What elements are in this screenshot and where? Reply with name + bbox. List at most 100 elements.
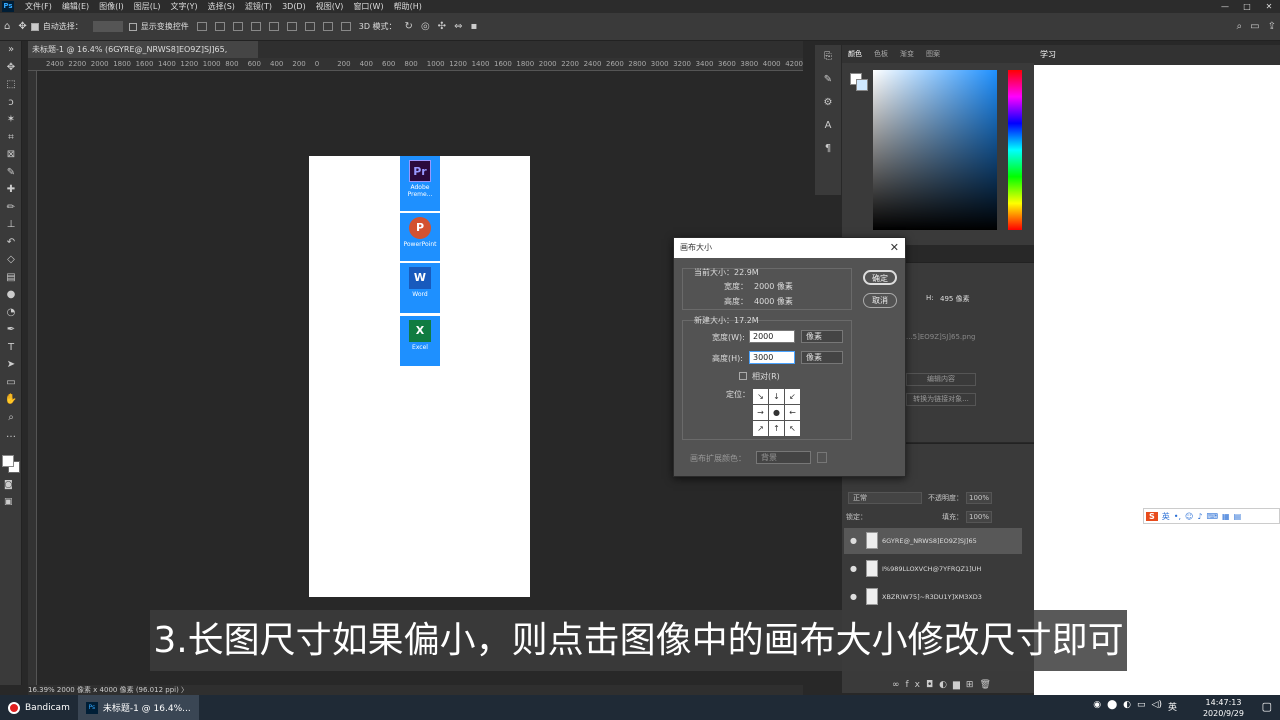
tray-language[interactable]: 英 bbox=[1168, 700, 1177, 713]
lasso-tool-icon[interactable]: ↄ bbox=[0, 94, 22, 112]
anchor-arrow-icon[interactable]: ↓ bbox=[769, 389, 784, 404]
menu-3d[interactable]: 3D(D) bbox=[277, 2, 311, 11]
marquee-tool-icon[interactable]: ⬚ bbox=[0, 76, 22, 94]
ext-color-select[interactable]: 背景 bbox=[756, 451, 811, 464]
hue-slider[interactable] bbox=[1008, 70, 1022, 230]
menu-layer[interactable]: 图层(L) bbox=[129, 1, 166, 12]
new-group-icon[interactable]: ▆ bbox=[953, 680, 966, 690]
ime-skin-icon[interactable]: ▦ bbox=[1222, 512, 1230, 521]
roll-3d-icon[interactable]: ◎ bbox=[421, 21, 430, 32]
wechat-icon[interactable]: ◉ bbox=[1093, 700, 1101, 713]
home-icon[interactable]: ⌂ bbox=[4, 21, 10, 32]
foreground-color-swatch[interactable] bbox=[2, 455, 14, 467]
dialog-close-icon[interactable]: ✕ bbox=[890, 238, 899, 258]
menu-edit[interactable]: 编辑(E) bbox=[57, 1, 94, 12]
move-tool-icon[interactable]: ✥ bbox=[0, 59, 22, 77]
menu-view[interactable]: 视图(V) bbox=[311, 1, 349, 12]
mask-icon[interactable]: ◘ bbox=[926, 680, 939, 690]
taskbar-bandicam[interactable]: Bandicam bbox=[0, 695, 78, 720]
convert-linked-button[interactable]: 转换为链接对象... bbox=[906, 393, 976, 406]
record-icon[interactable]: ⬤ bbox=[1107, 700, 1117, 713]
cancel-button[interactable]: 取消 bbox=[863, 293, 897, 308]
anchor-center-icon[interactable]: ● bbox=[769, 405, 784, 420]
path-select-icon[interactable]: ➤ bbox=[0, 356, 22, 374]
network-icon[interactable]: ▭ bbox=[1137, 700, 1146, 713]
show-transform-checkbox[interactable] bbox=[128, 22, 137, 31]
relative-checkbox[interactable] bbox=[739, 372, 747, 380]
magic-wand-icon[interactable]: ✶ bbox=[0, 111, 22, 129]
brush-settings-icon[interactable]: ✎ bbox=[815, 68, 841, 91]
dodge-tool-icon[interactable]: ◔ bbox=[0, 304, 22, 322]
visibility-eye-icon[interactable]: ● bbox=[850, 584, 857, 610]
tab-patterns[interactable]: 图案 bbox=[926, 49, 940, 59]
quick-mask-icon[interactable]: ◙ bbox=[4, 480, 18, 492]
crop-tool-icon[interactable]: ⌗ bbox=[0, 129, 22, 147]
align-bottom-icon[interactable] bbox=[286, 22, 297, 31]
new-layer-icon[interactable]: ⊞ bbox=[966, 680, 980, 690]
color-bg-swatch[interactable] bbox=[856, 79, 868, 91]
share-icon[interactable]: ⇪ bbox=[1268, 21, 1276, 32]
layer-row[interactable]: ● 6GYRE@_NRWS8]EO9Z]SJ]65 bbox=[844, 528, 1022, 554]
panel-collapse-icon[interactable]: » bbox=[0, 41, 22, 59]
ime-punct-icon[interactable]: •, bbox=[1174, 512, 1181, 521]
workspace-icon[interactable]: ▭ bbox=[1250, 21, 1259, 32]
ime-emoji-icon[interactable]: ☺ bbox=[1185, 512, 1193, 521]
close-button[interactable]: ✕ bbox=[1258, 0, 1280, 13]
anchor-arrow-icon[interactable]: ↗ bbox=[753, 421, 768, 436]
tab-color[interactable]: 颜色 bbox=[848, 49, 862, 59]
anchor-arrow-icon[interactable]: ↙ bbox=[785, 389, 800, 404]
menu-select[interactable]: 选择(S) bbox=[203, 1, 240, 12]
slide-3d-icon[interactable]: ⇔ bbox=[454, 21, 462, 32]
hand-tool-icon[interactable]: ✋ bbox=[0, 391, 22, 409]
distribute-icon[interactable] bbox=[304, 22, 315, 31]
fx-icon[interactable]: fx bbox=[906, 680, 927, 690]
type-tool-icon[interactable]: T bbox=[0, 339, 22, 357]
taskbar-photoshop[interactable]: Ps 未标题-1 @ 16.4%... bbox=[77, 695, 199, 720]
eyedropper-icon[interactable]: ✎ bbox=[0, 164, 22, 182]
distribute-v-icon[interactable] bbox=[340, 22, 351, 31]
height-unit-select[interactable]: 像素 bbox=[801, 351, 843, 364]
minimize-button[interactable]: — bbox=[1214, 0, 1236, 13]
drag-3d-icon[interactable]: ✣ bbox=[438, 21, 446, 32]
learn-tab[interactable]: 学习 bbox=[1034, 45, 1280, 65]
pen-tool-icon[interactable]: ✒ bbox=[0, 321, 22, 339]
document-tab[interactable]: 未标题-1 @ 16.4% (6GYRE@_NRWS8]EO9Z]SJ]65, … bbox=[28, 41, 258, 71]
menu-filter[interactable]: 滤镜(T) bbox=[240, 1, 277, 12]
edit-contents-button[interactable]: 编辑内容 bbox=[906, 373, 976, 386]
more-tools-icon[interactable]: … bbox=[0, 426, 22, 444]
anchor-arrow-icon[interactable]: ↖ bbox=[785, 421, 800, 436]
search-icon[interactable]: ⌕ bbox=[1237, 21, 1243, 32]
anchor-arrow-icon[interactable]: ↘ bbox=[753, 389, 768, 404]
visibility-eye-icon[interactable]: ● bbox=[850, 528, 857, 554]
menu-window[interactable]: 窗口(W) bbox=[348, 1, 388, 12]
screen-mode-icon[interactable]: ▣ bbox=[4, 497, 18, 509]
tab-swatches[interactable]: 色板 bbox=[874, 49, 888, 59]
maximize-button[interactable]: □ bbox=[1236, 0, 1258, 13]
history-panel-icon[interactable]: ⎘ bbox=[815, 45, 841, 68]
anchor-arrow-icon[interactable]: ← bbox=[785, 405, 800, 420]
clone-stamp-icon[interactable]: ⊥ bbox=[0, 216, 22, 234]
visibility-eye-icon[interactable]: ● bbox=[850, 556, 857, 582]
layer-row[interactable]: ● XBZR)W75]~R3DU1Y]XM3XD3 bbox=[844, 584, 1022, 610]
height-input[interactable]: 3000 bbox=[749, 351, 795, 364]
width-input[interactable]: 2000 bbox=[749, 330, 795, 343]
adjustments-icon[interactable]: ⚙ bbox=[815, 91, 841, 114]
ok-button[interactable]: 确定 bbox=[863, 270, 897, 285]
adjustment-layer-icon[interactable]: ◐ bbox=[939, 680, 953, 690]
fill-input[interactable]: 100% bbox=[966, 511, 992, 523]
volume-icon[interactable]: ◁) bbox=[1152, 700, 1162, 713]
anchor-arrow-icon[interactable]: ↑ bbox=[769, 421, 784, 436]
history-brush-icon[interactable]: ↶ bbox=[0, 234, 22, 252]
paragraph-panel-icon[interactable]: ¶ bbox=[815, 137, 841, 160]
brush-tool-icon[interactable]: ✏ bbox=[0, 199, 22, 217]
link-layers-icon[interactable]: ∞ bbox=[892, 680, 906, 690]
align-right-icon[interactable] bbox=[232, 22, 243, 31]
rectangle-tool-icon[interactable]: ▭ bbox=[0, 374, 22, 392]
menu-file[interactable]: 文件(F) bbox=[20, 1, 57, 12]
zoom-tool-icon[interactable]: ⌕ bbox=[0, 409, 22, 427]
gradient-tool-icon[interactable]: ▤ bbox=[0, 269, 22, 287]
tray-app-icon[interactable]: ◐ bbox=[1123, 700, 1131, 713]
menu-type[interactable]: 文字(Y) bbox=[165, 1, 202, 12]
width-unit-select[interactable]: 像素 bbox=[801, 330, 843, 343]
menu-help[interactable]: 帮助(H) bbox=[389, 1, 427, 12]
